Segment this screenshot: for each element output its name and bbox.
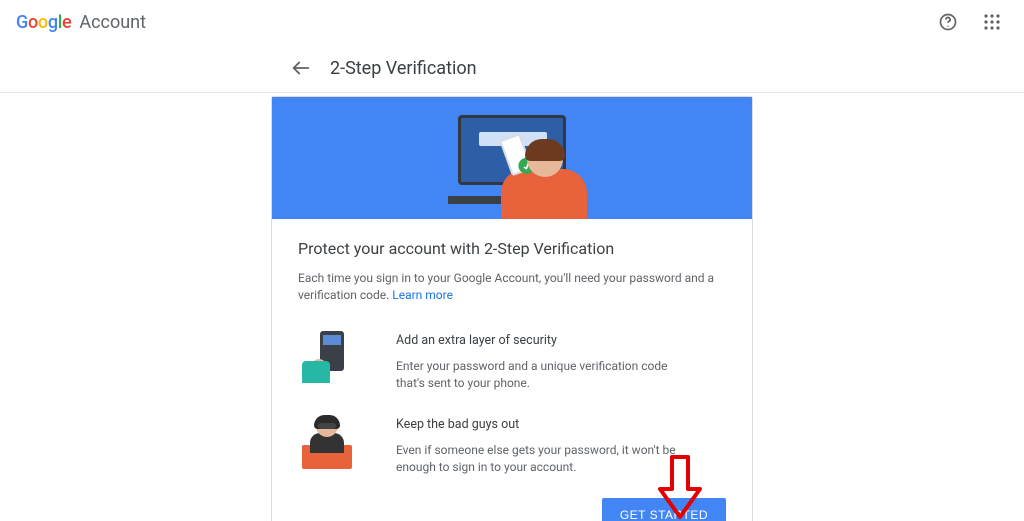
content-area: ●●●●● Protect your account with 2-Step V…: [0, 93, 1024, 521]
feature-desc: Enter your password and a unique verific…: [396, 358, 686, 393]
help-icon[interactable]: [932, 6, 964, 38]
top-bar: Google Account: [0, 0, 1024, 44]
intruder-icon: [298, 415, 354, 467]
phone-hand-icon: [298, 331, 354, 383]
feature-title: Keep the bad guys out: [396, 417, 686, 432]
card-body: Protect your account with 2-Step Verific…: [272, 219, 752, 323]
card-heading: Protect your account with 2-Step Verific…: [298, 239, 726, 258]
verification-card: ●●●●● Protect your account with 2-Step V…: [271, 96, 753, 521]
apps-grid-icon[interactable]: [976, 6, 1008, 38]
page-title: 2-Step Verification: [330, 58, 477, 79]
sub-header: 2-Step Verification: [0, 44, 1024, 92]
hero-illustration: ●●●●●: [272, 97, 752, 219]
feature-keep-out: Keep the bad guys out Even if someone el…: [298, 415, 726, 477]
card-actions: GET STARTED: [272, 498, 752, 521]
feature-extra-security: Add an extra layer of security Enter you…: [298, 331, 726, 393]
google-logo: Google: [16, 12, 71, 33]
account-label: Account: [79, 12, 146, 33]
get-started-button[interactable]: GET STARTED: [602, 498, 726, 521]
feature-title: Add an extra layer of security: [396, 333, 686, 348]
learn-more-link[interactable]: Learn more: [392, 288, 453, 302]
feature-desc: Even if someone else gets your password,…: [396, 442, 686, 477]
features-list: Add an extra layer of security Enter you…: [272, 323, 752, 477]
back-arrow-icon[interactable]: [290, 57, 312, 79]
top-bar-actions: [932, 6, 1008, 38]
card-description: Each time you sign in to your Google Acc…: [298, 270, 726, 305]
brand: Google Account: [16, 12, 146, 33]
